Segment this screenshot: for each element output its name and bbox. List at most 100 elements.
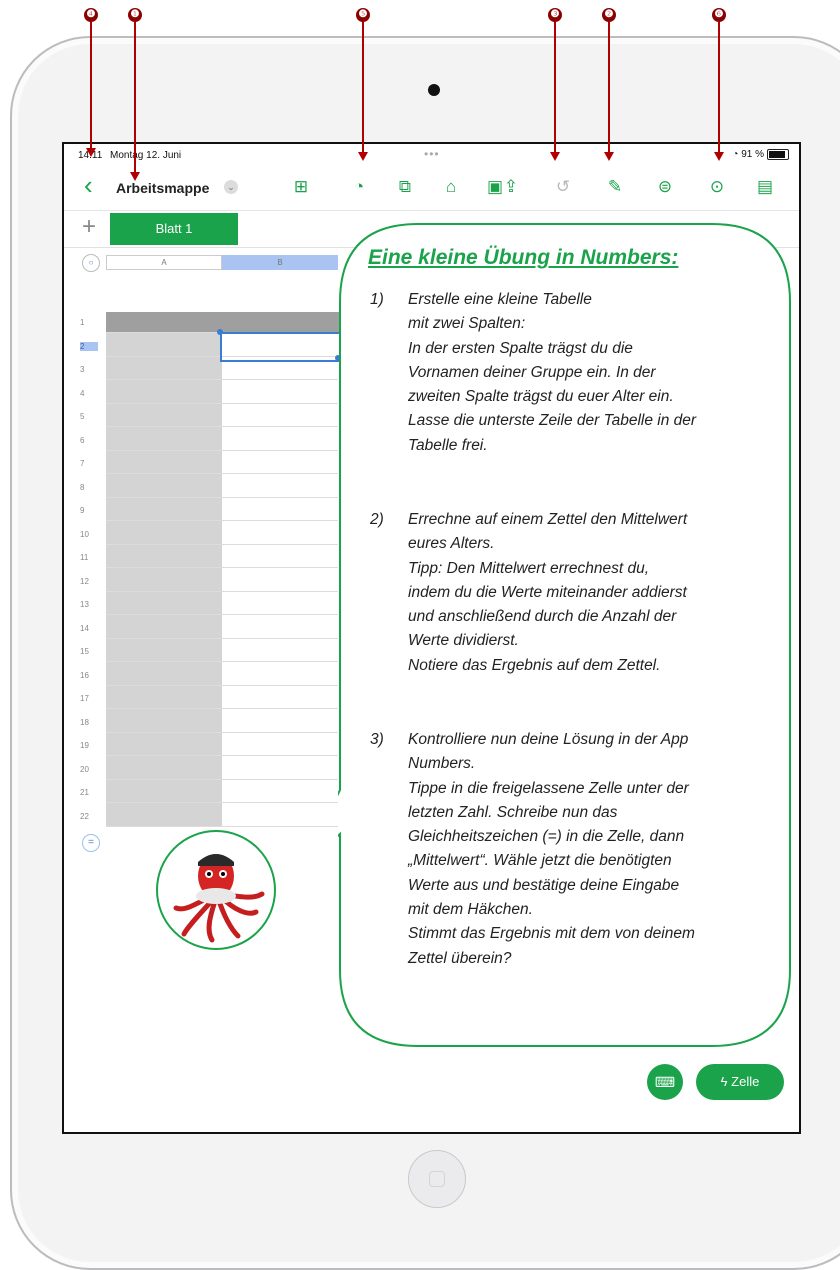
row-number[interactable]: 18 bbox=[80, 718, 98, 727]
task-2: 2) Errechne auf einem Zettel den Mittelw… bbox=[370, 508, 770, 678]
callout-arrow bbox=[86, 148, 96, 157]
callout-4: ❹ bbox=[84, 8, 98, 22]
battery-status: ◔ 91 % bbox=[732, 149, 789, 160]
lightning-icon: ϟ bbox=[720, 1074, 728, 1089]
callout-6: ❻ bbox=[712, 8, 726, 22]
row-number[interactable]: 14 bbox=[80, 624, 98, 633]
multitasking-dots-icon[interactable]: ••• bbox=[424, 147, 440, 161]
callout-1: ❶ bbox=[128, 8, 142, 22]
shapes-icon[interactable]: ⧉ bbox=[394, 176, 416, 198]
add-sheet-button[interactable]: + bbox=[82, 213, 96, 241]
cell-action-button[interactable]: ϟ Zelle bbox=[696, 1064, 784, 1100]
row-number[interactable]: 22 bbox=[80, 812, 98, 821]
zelle-label: Zelle bbox=[731, 1074, 760, 1089]
row-gridline bbox=[106, 426, 338, 427]
bubble-title: Eine kleine Übung in Numbers: bbox=[368, 246, 679, 269]
share-icon[interactable]: ⇪ bbox=[500, 176, 522, 198]
row-number[interactable]: 4 bbox=[80, 389, 98, 398]
battery-icon bbox=[767, 149, 789, 160]
format-brush-icon[interactable]: ✎ bbox=[604, 176, 626, 198]
row-gridline bbox=[106, 731, 338, 733]
undo-icon[interactable]: ↺ bbox=[552, 176, 574, 198]
row-number[interactable]: 11 bbox=[80, 553, 98, 562]
row-number[interactable]: 21 bbox=[80, 788, 98, 797]
row-number[interactable]: 15 bbox=[80, 647, 98, 656]
battery-percent: 91 % bbox=[741, 149, 764, 161]
more-icon[interactable]: ⊙ bbox=[706, 176, 728, 198]
callout-2: ❷ bbox=[602, 8, 616, 22]
task-text: Kontrolliere nun deine Lösung in der App… bbox=[408, 731, 695, 967]
row-gridline bbox=[106, 449, 338, 451]
row-gridline bbox=[106, 755, 338, 756]
organize-icon[interactable]: ▤ bbox=[754, 176, 776, 198]
column-header-a[interactable]: A bbox=[106, 255, 222, 270]
formula-button[interactable]: = bbox=[82, 834, 100, 852]
task-number: 3) bbox=[370, 731, 384, 748]
status-date: Montag 12. Juni bbox=[110, 150, 182, 161]
row-gridline bbox=[106, 496, 338, 498]
camera bbox=[428, 84, 440, 96]
row-number[interactable]: 5 bbox=[80, 412, 98, 421]
callout-arrow bbox=[358, 152, 368, 161]
row-gridline bbox=[106, 590, 338, 592]
task-number: 1) bbox=[370, 291, 384, 308]
row-number[interactable]: 1 bbox=[80, 318, 98, 327]
callout-line bbox=[554, 22, 556, 152]
column-header-b[interactable]: B bbox=[222, 255, 338, 270]
task-text: Errechne auf einem Zettel den Mittelwert… bbox=[408, 511, 688, 674]
row-number[interactable]: 16 bbox=[80, 671, 98, 680]
row-number[interactable]: 6 bbox=[80, 436, 98, 445]
row-number[interactable]: 3 bbox=[80, 365, 98, 374]
media-icon[interactable]: ⌂ bbox=[440, 176, 462, 198]
row-number[interactable]: 9 bbox=[80, 506, 98, 515]
selection-handle[interactable] bbox=[217, 329, 223, 335]
chart-icon[interactable]: ◔ bbox=[348, 176, 370, 198]
row-gridline bbox=[106, 708, 338, 709]
row-number[interactable]: 10 bbox=[80, 530, 98, 539]
row-number[interactable]: 13 bbox=[80, 600, 98, 609]
octopus-mascot-image bbox=[156, 830, 276, 950]
row-gridline bbox=[106, 614, 338, 615]
keyboard-icon: ⌨ bbox=[654, 1074, 676, 1090]
row-number[interactable]: 7 bbox=[80, 459, 98, 468]
callout-arrow bbox=[550, 152, 560, 161]
callout-line bbox=[134, 22, 136, 172]
row-gridline bbox=[106, 825, 338, 827]
row-gridline bbox=[106, 661, 338, 662]
filter-icon[interactable]: ⊜ bbox=[654, 176, 676, 198]
toolbar: ‹ Arbeitsmappe ⌄ ⊞ ◔ ⧉ ⌂ ▣ ⇪ ↺ ✎ ⊜ ⊙ ▤ bbox=[64, 168, 799, 208]
chevron-down-icon[interactable]: ⌄ bbox=[224, 180, 238, 194]
keyboard-button[interactable]: ⌨ bbox=[647, 1064, 683, 1100]
task-text: Erstelle eine kleine Tabelle mit zwei Sp… bbox=[408, 291, 697, 454]
row-number[interactable]: 17 bbox=[80, 694, 98, 703]
chevron-left-icon[interactable]: ‹ bbox=[84, 172, 93, 198]
row-number[interactable]: 20 bbox=[80, 765, 98, 774]
table-icon[interactable]: ⊞ bbox=[290, 176, 312, 198]
task-3: 3) Kontrolliere nun deine Lösung in der … bbox=[370, 728, 770, 971]
selected-cell-b2[interactable] bbox=[220, 332, 342, 362]
status-bar: 14:11 Montag 12. Juni ••• ◔ 91 % bbox=[64, 144, 799, 166]
table-selector-icon[interactable]: ○ bbox=[82, 254, 100, 272]
row-number[interactable]: 12 bbox=[80, 577, 98, 586]
row-gridline bbox=[106, 637, 338, 639]
row-gridline bbox=[106, 402, 338, 404]
home-button[interactable] bbox=[408, 1150, 466, 1208]
callout-arrow bbox=[130, 172, 140, 181]
callout-line bbox=[608, 22, 610, 152]
row-gridline bbox=[106, 379, 338, 380]
row-number[interactable]: 2 bbox=[80, 341, 98, 351]
document-title[interactable]: Arbeitsmappe bbox=[116, 180, 209, 196]
row-gridline bbox=[106, 520, 338, 521]
header-column bbox=[106, 332, 222, 826]
tab-blatt-1[interactable]: Blatt 1 bbox=[110, 213, 238, 245]
row-number[interactable]: 19 bbox=[80, 741, 98, 750]
row-gridline bbox=[106, 543, 338, 545]
row-gridline bbox=[106, 802, 338, 803]
task-1: 1) Erstelle eine kleine Tabelle mit zwei… bbox=[370, 288, 770, 458]
callout-line bbox=[718, 22, 720, 152]
callout-arrow bbox=[604, 152, 614, 161]
row-gridline bbox=[106, 778, 338, 780]
row-number[interactable]: 8 bbox=[80, 483, 98, 492]
row-gridline bbox=[106, 684, 338, 686]
callout-line bbox=[90, 22, 92, 148]
